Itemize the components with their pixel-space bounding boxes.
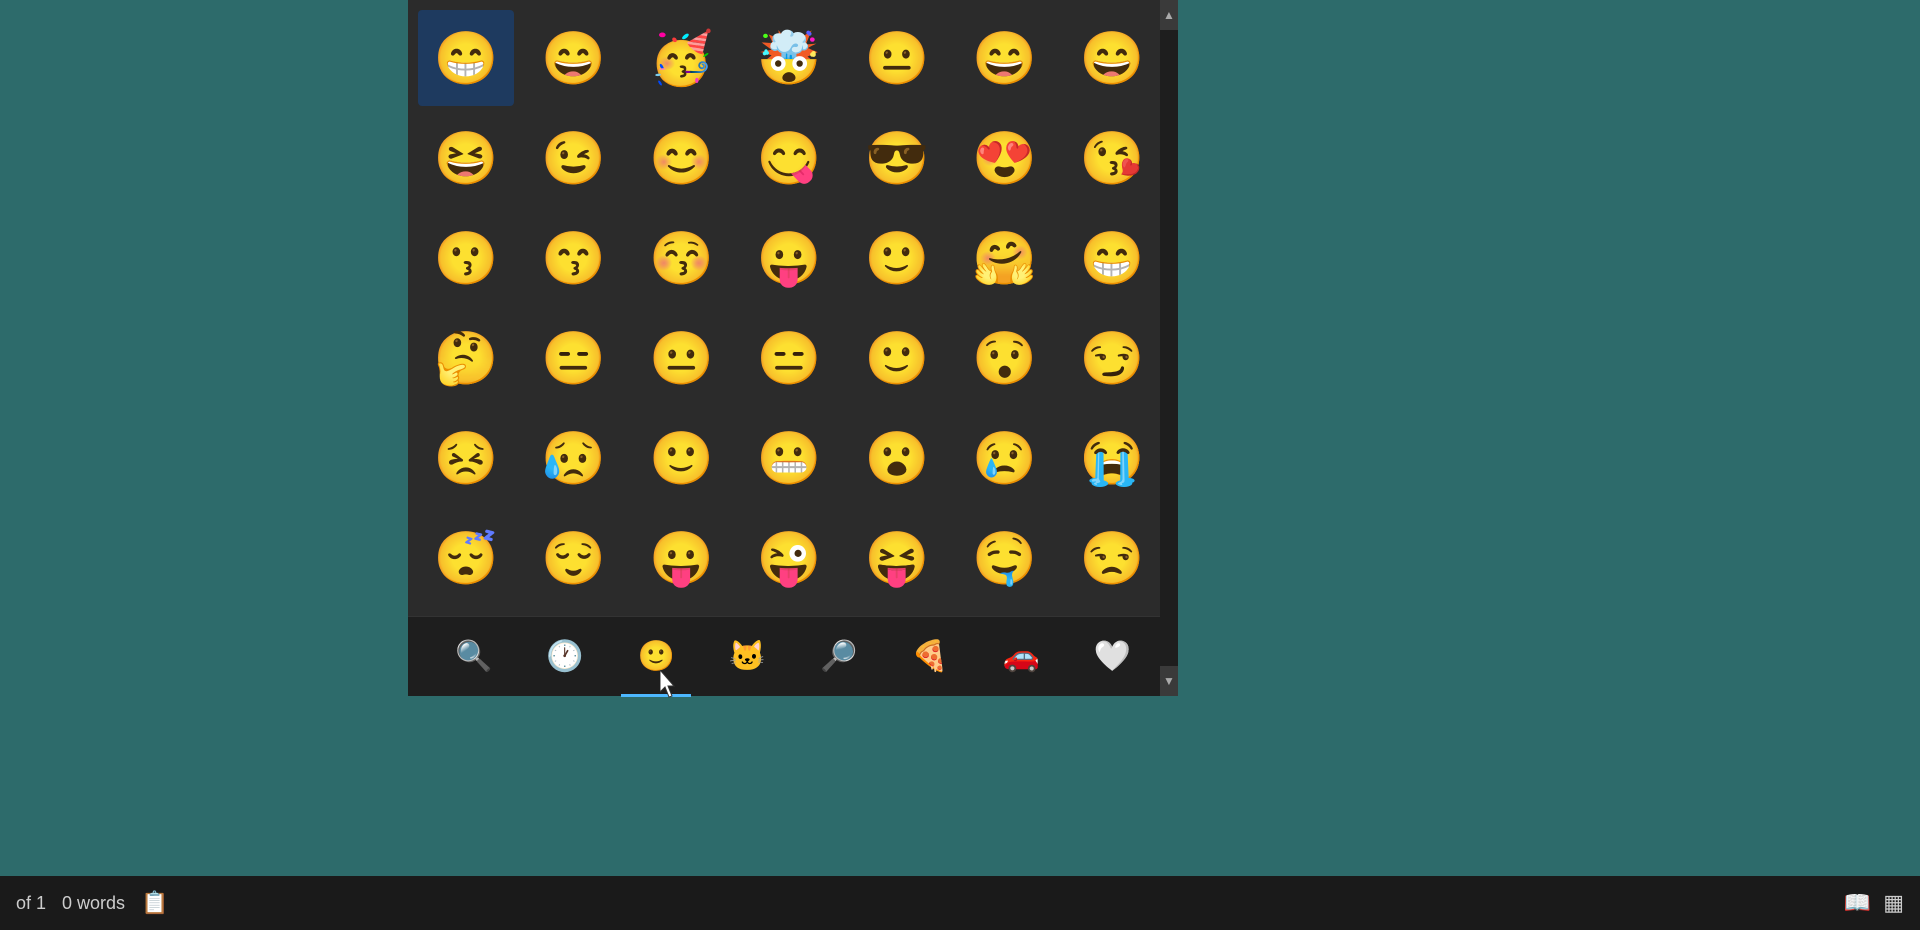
emoji-cell[interactable]: 😗 [418, 210, 514, 306]
emoji-cell[interactable]: 😊 [633, 110, 729, 206]
emoji-cell[interactable]: 🙂 [849, 310, 945, 406]
emoji-cell[interactable]: 😙 [526, 210, 622, 306]
emoji-cell[interactable]: 😄 [526, 10, 622, 106]
emoji-cell[interactable]: 😭 [1064, 410, 1160, 506]
emoji-cell[interactable]: 😒 [1064, 510, 1160, 606]
emoji-cell[interactable]: 🙂 [849, 210, 945, 306]
emoji-cell[interactable]: 🤔 [418, 310, 514, 406]
emoji-cell[interactable]: 😥 [526, 410, 622, 506]
scrollbar-down-button[interactable]: ▼ [1160, 666, 1178, 696]
category-bar: 🔍 🕐 🙂 🐱 🔎 🍕 🚗 🤍 [408, 616, 1178, 696]
emoji-cell[interactable]: 😄 [1064, 10, 1160, 106]
emoji-grid: 😁 😄 🥳 🤯 😐 😄 😄 😆 😉 😊 😋 😎 😍 😘 😗 😙 😚 😛 🙂 🤗 … [418, 10, 1168, 606]
category-nature[interactable]: 🔎 [804, 627, 874, 687]
word-count: 0 words [62, 893, 125, 914]
emoji-cell[interactable]: 😆 [418, 110, 514, 206]
emoji-cell[interactable]: 🙂 [633, 410, 729, 506]
emoji-picker: ▲ ▼ 😁 😄 🥳 🤯 😐 😄 😄 😆 😉 😊 😋 😎 😍 😘 😗 😙 😚 [408, 0, 1178, 696]
emoji-cell[interactable]: 😁 [1064, 210, 1160, 306]
category-people[interactable]: 🐱 [712, 627, 782, 687]
page-info: of 1 [16, 893, 46, 914]
emoji-cell[interactable]: 😛 [633, 510, 729, 606]
emoji-cell[interactable]: 😮 [849, 410, 945, 506]
category-food[interactable]: 🍕 [895, 627, 965, 687]
emoji-cell[interactable]: 😑 [526, 310, 622, 406]
category-heart[interactable]: 🤍 [1077, 627, 1147, 687]
emoji-cell[interactable]: 😬 [741, 410, 837, 506]
grid-icon[interactable]: ▦ [1883, 890, 1904, 916]
emoji-cell[interactable]: 😋 [741, 110, 837, 206]
emoji-cell[interactable]: 😑 [741, 310, 837, 406]
book-icon[interactable]: 📖 [1844, 890, 1871, 916]
emoji-cell[interactable]: 😯 [957, 310, 1053, 406]
emoji-cell[interactable]: 😄 [957, 10, 1053, 106]
emoji-cell[interactable]: 😝 [849, 510, 945, 606]
emoji-cell[interactable]: 🥳 [633, 10, 729, 106]
emoji-cell[interactable]: 😢 [957, 410, 1053, 506]
document-check-icon: 📋 [141, 890, 168, 916]
emoji-cell[interactable]: 🤤 [957, 510, 1053, 606]
emoji-cell[interactable]: 😁 [418, 10, 514, 106]
category-recent[interactable]: 🕐 [530, 627, 600, 687]
emoji-cell[interactable]: 😎 [849, 110, 945, 206]
emoji-cell[interactable]: 😛 [741, 210, 837, 306]
category-smileys[interactable]: 🙂 [621, 627, 691, 687]
emoji-cell[interactable]: 🤯 [741, 10, 837, 106]
emoji-cell[interactable]: 😣 [418, 410, 514, 506]
emoji-cell[interactable]: 😐 [849, 10, 945, 106]
emoji-cell[interactable]: 😉 [526, 110, 622, 206]
emoji-cell[interactable]: 😍 [957, 110, 1053, 206]
emoji-cell[interactable]: 😏 [1064, 310, 1160, 406]
category-travel[interactable]: 🚗 [986, 627, 1056, 687]
emoji-cell[interactable]: 😚 [633, 210, 729, 306]
emoji-cell[interactable]: 😌 [526, 510, 622, 606]
status-text: of 1 0 words 📋 [16, 890, 168, 916]
emoji-cell[interactable]: 🤗 [957, 210, 1053, 306]
status-icons-right: 📖 ▦ [1844, 890, 1904, 916]
status-bar: of 1 0 words 📋 📖 ▦ [0, 876, 1920, 930]
category-search[interactable]: 🔍 [439, 627, 509, 687]
emoji-cell[interactable]: 😴 [418, 510, 514, 606]
emoji-cell[interactable]: 😐 [633, 310, 729, 406]
emoji-cell[interactable]: 😘 [1064, 110, 1160, 206]
emoji-grid-wrapper: 😁 😄 🥳 🤯 😐 😄 😄 😆 😉 😊 😋 😎 😍 😘 😗 😙 😚 😛 🙂 🤗 … [408, 0, 1178, 616]
emoji-cell[interactable]: 😜 [741, 510, 837, 606]
